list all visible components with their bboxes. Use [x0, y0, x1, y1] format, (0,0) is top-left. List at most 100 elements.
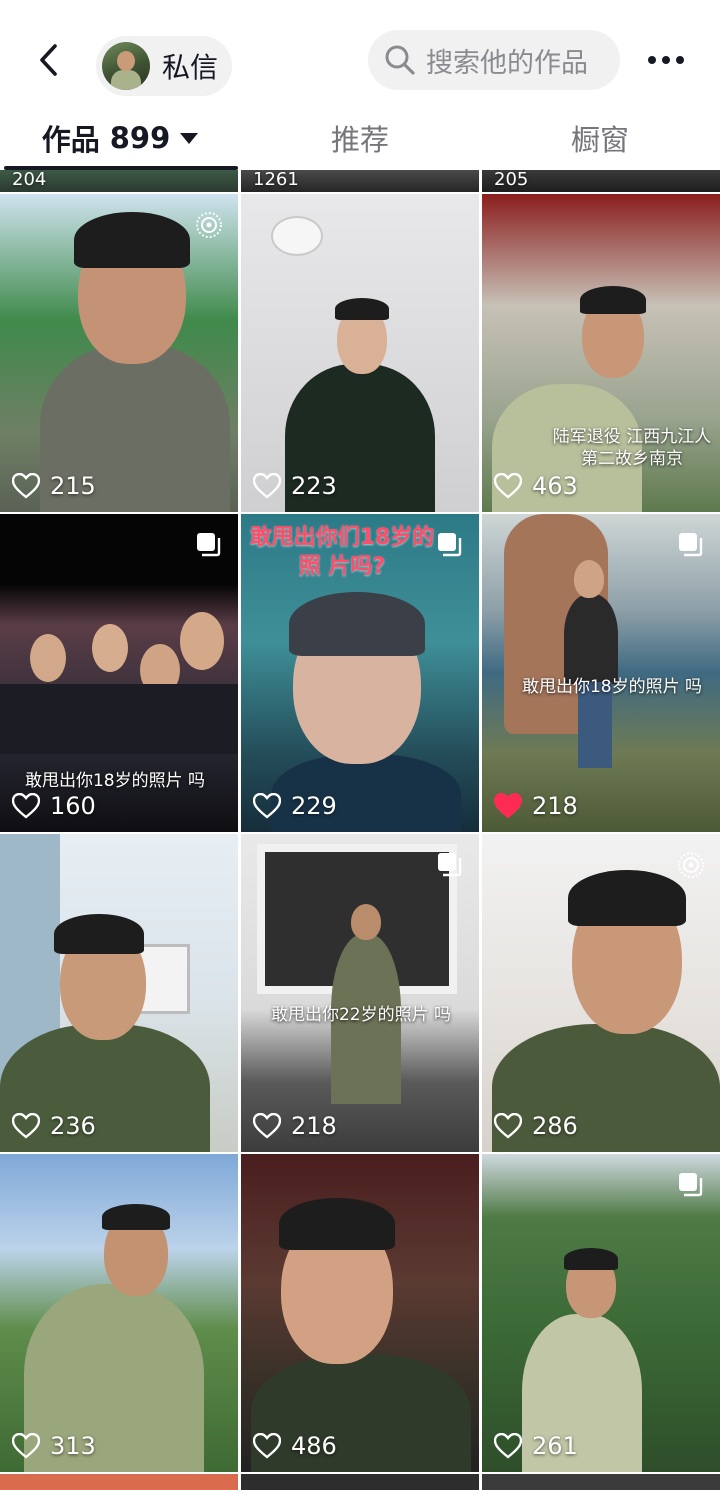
heart-icon — [253, 793, 281, 819]
heart-icon — [12, 793, 40, 819]
person-face — [30, 634, 66, 682]
group-bodies — [0, 684, 238, 754]
multi-image-icon — [438, 853, 462, 877]
video-thumbnail[interactable]: 敢甩出你18岁的照片 吗 218 — [482, 514, 720, 832]
heart-icon — [494, 473, 522, 499]
video-thumbnail[interactable]: 286 — [482, 834, 720, 1152]
top-bar: 私信 搜索他的作品 — [0, 0, 720, 110]
person-face — [574, 560, 604, 598]
person-face — [180, 612, 224, 670]
like-count: 486 — [253, 1432, 337, 1460]
video-thumbnail[interactable]: 223 — [241, 194, 479, 512]
person-hair — [580, 286, 646, 314]
like-count-value: 1261 — [253, 170, 299, 190]
like-count: 215 — [12, 472, 96, 500]
heart-icon — [12, 1433, 40, 1459]
multi-image-icon — [197, 533, 221, 557]
video-thumbnail[interactable]: 1261 — [241, 170, 479, 192]
avatar — [102, 42, 150, 90]
like-count: 313 — [12, 1432, 96, 1460]
video-thumbnail[interactable] — [482, 1474, 720, 1490]
like-count-value: 229 — [291, 792, 337, 820]
person-hair — [335, 298, 389, 320]
search-placeholder: 搜索他的作品 — [426, 47, 588, 79]
like-count: 236 — [12, 1112, 96, 1140]
like-count-value: 286 — [532, 1112, 578, 1140]
video-thumbnail[interactable]: 陆军退役 江西九江人 第二故乡南京 463 — [482, 194, 720, 512]
search-icon — [385, 45, 415, 75]
person-hair — [102, 1204, 170, 1230]
like-count: 463 — [494, 472, 578, 500]
ceiling-lamp — [271, 216, 323, 256]
like-count: 218 — [494, 792, 578, 820]
person-hair — [564, 1248, 618, 1270]
like-count-value: 218 — [291, 1112, 337, 1140]
multi-image-icon — [679, 533, 703, 557]
like-count-value: 205 — [494, 170, 529, 190]
like-count: 218 — [253, 1112, 337, 1140]
video-thumbnail[interactable]: 236 — [0, 834, 238, 1152]
heart-icon — [12, 473, 40, 499]
tab-works-count: 899 — [109, 121, 171, 155]
like-count-value: 218 — [532, 792, 578, 820]
search-input[interactable]: 搜索他的作品 — [368, 30, 620, 90]
tab-works-label: 作品 — [41, 123, 100, 157]
video-thumbnail[interactable]: 204 — [0, 170, 238, 192]
direct-message-button[interactable]: 私信 — [96, 36, 232, 96]
more-dot — [662, 56, 670, 64]
video-caption: 敢甩出你22岁的照片 吗 — [270, 1005, 452, 1025]
like-count-value: 313 — [50, 1432, 96, 1460]
video-caption: 陆军退役 江西九江人 第二故乡南京 — [552, 427, 712, 470]
like-count-value: 215 — [50, 472, 96, 500]
person-hair — [74, 212, 190, 268]
like-count: 286 — [494, 1112, 578, 1140]
heart-icon-liked — [494, 793, 522, 819]
video-thumbnail[interactable]: 313 — [0, 1154, 238, 1472]
tab-recommend[interactable]: 推荐 — [240, 110, 480, 166]
multi-image-icon — [438, 533, 462, 557]
heart-icon — [253, 1433, 281, 1459]
video-thumbnail[interactable]: 敢甩出你22岁的照片 吗 218 — [241, 834, 479, 1152]
more-dot — [676, 56, 684, 64]
video-thumbnail[interactable]: 205 — [482, 170, 720, 192]
video-thumbnail[interactable]: 敢甩出你们18岁的照 片吗? 229 — [241, 514, 479, 832]
live-photo-icon — [196, 212, 222, 238]
like-count: 223 — [253, 472, 337, 500]
like-count-value: 261 — [532, 1432, 578, 1460]
live-photo-icon — [678, 852, 704, 878]
like-count-value: 204 — [12, 170, 47, 190]
tab-works[interactable]: 作品 899 — [0, 110, 240, 166]
multi-image-icon — [679, 1173, 703, 1197]
video-thumbnail[interactable]: 486 — [241, 1154, 479, 1472]
like-count: 205 — [494, 170, 528, 190]
heart-icon — [253, 473, 281, 499]
tab-window[interactable]: 橱窗 — [480, 110, 720, 166]
heart-icon — [494, 1113, 522, 1139]
caret-down-icon[interactable] — [180, 132, 199, 144]
back-button[interactable] — [22, 32, 78, 88]
video-thumbnail[interactable] — [241, 1474, 479, 1490]
video-caption: 敢甩出你们18岁的照 片吗? — [249, 525, 435, 579]
like-count-value: 486 — [291, 1432, 337, 1460]
like-count: 1261 — [253, 170, 299, 190]
video-caption: 敢甩出你18岁的照片 吗 — [24, 771, 206, 791]
profile-tabs: 作品 899 推荐 橱窗 — [0, 110, 720, 170]
like-count: 204 — [12, 170, 46, 190]
video-thumbnail[interactable]: 215 — [0, 194, 238, 512]
like-count-value: 160 — [50, 792, 96, 820]
heart-icon — [253, 1113, 281, 1139]
chevron-left-icon — [40, 44, 57, 76]
more-button[interactable] — [636, 38, 696, 82]
direct-message-label: 私信 — [162, 51, 219, 84]
video-caption: 敢甩出你18岁的照片 吗 — [521, 677, 703, 697]
person-hair — [279, 1198, 395, 1250]
video-thumbnail[interactable] — [0, 1474, 238, 1490]
like-count: 160 — [12, 792, 96, 820]
heart-icon — [494, 1433, 522, 1459]
person-jacket — [564, 594, 618, 684]
video-thumbnail[interactable]: 敢甩出你18岁的照片 吗 160 — [0, 514, 238, 832]
like-count: 261 — [494, 1432, 578, 1460]
person-hair — [54, 914, 144, 954]
video-thumbnail[interactable]: 261 — [482, 1154, 720, 1472]
like-count-value: 463 — [532, 472, 578, 500]
